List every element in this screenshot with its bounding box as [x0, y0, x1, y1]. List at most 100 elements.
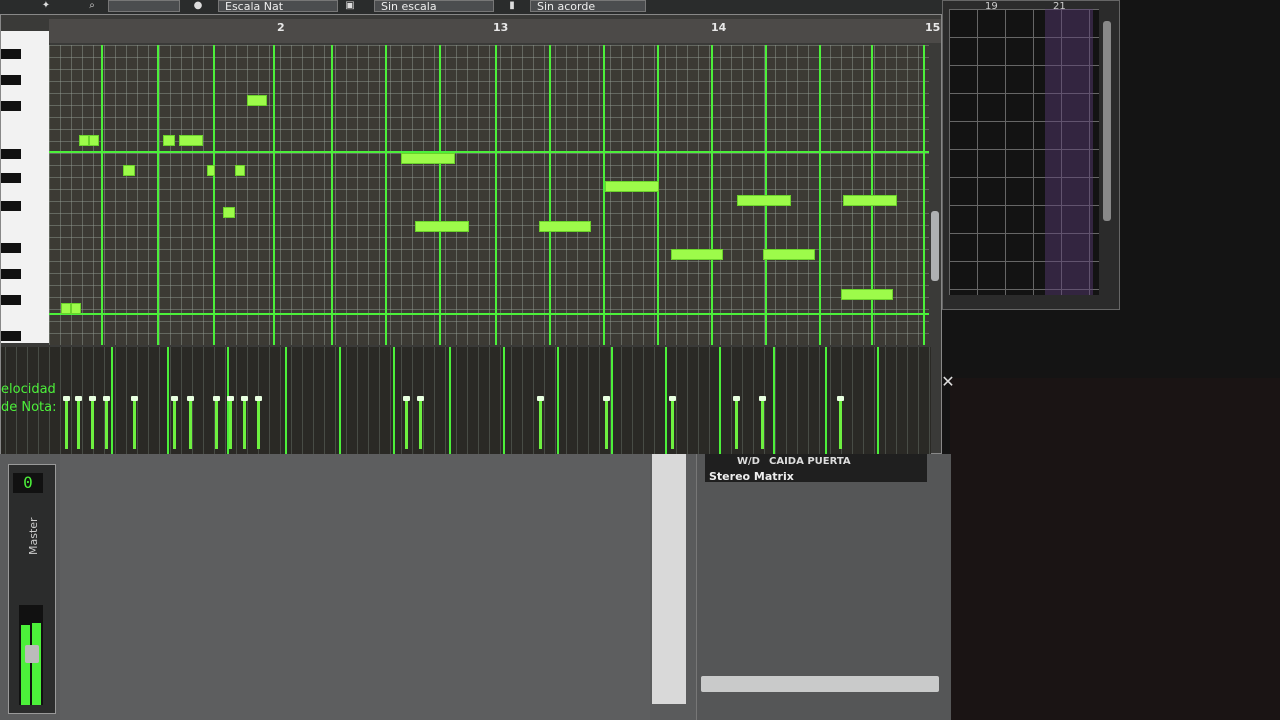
midi-note[interactable] [79, 135, 89, 146]
midi-note[interactable] [605, 181, 659, 192]
beat-line [773, 347, 775, 455]
midi-note[interactable] [401, 153, 455, 164]
vertical-scrollbar[interactable] [1103, 21, 1111, 221]
chord-select[interactable]: Sin acorde [530, 0, 646, 12]
midi-note[interactable] [247, 95, 267, 106]
midi-note[interactable] [89, 135, 99, 146]
velocity-handle[interactable] [669, 396, 676, 449]
beat-line [825, 347, 827, 455]
beat-line [503, 347, 505, 455]
black-key[interactable] [1, 331, 21, 341]
song-grid[interactable]: 19 21 [949, 1, 1099, 295]
song-editor-window: 19 21 [942, 0, 1120, 310]
zoom-select[interactable] [108, 0, 180, 12]
beat-line [101, 45, 103, 345]
vertical-scrollbar[interactable] [931, 211, 939, 281]
effect-slot[interactable]: W/D CAIDA PUERTA Stereo Matrix [705, 454, 927, 483]
black-key[interactable] [1, 243, 21, 253]
timeline-ruler[interactable]: 2 13 14 15 [49, 19, 941, 43]
volume-fader[interactable] [25, 645, 39, 663]
scale-key-select[interactable]: Escala Nat [218, 0, 338, 12]
quantize-icon[interactable]: ✦ [40, 0, 52, 12]
piano-keyboard[interactable] [1, 31, 49, 343]
black-key[interactable] [1, 295, 21, 305]
beat-line [111, 347, 113, 455]
bar-number: 21 [1053, 1, 1066, 12]
note-length-icon[interactable]: ● [192, 0, 204, 12]
meter-left [21, 625, 30, 705]
velocity-handle[interactable] [227, 396, 234, 449]
velocity-handle[interactable] [63, 396, 70, 449]
beat-line [657, 45, 659, 345]
beat-line [495, 45, 497, 345]
black-key[interactable] [1, 269, 21, 279]
midi-note[interactable] [539, 221, 591, 232]
beat-line [819, 45, 821, 345]
black-key[interactable] [1, 75, 21, 85]
velocity-handle[interactable] [89, 396, 96, 449]
midi-note[interactable] [223, 207, 235, 218]
velocity-handle[interactable] [187, 396, 194, 449]
velocity-handle[interactable] [537, 396, 544, 449]
effect-name: CAIDA PUERTA [769, 456, 851, 467]
mixer-channels-area [60, 454, 650, 720]
scale-icon[interactable]: ▣ [344, 0, 356, 12]
meter-right [32, 623, 41, 705]
mixer-window: 0 Master W/D CAIDA PUERTA Stereo Matrix [0, 454, 951, 720]
bar-number: 2 [277, 21, 285, 34]
beat-line [603, 45, 605, 345]
velocity-handle[interactable] [733, 396, 740, 449]
velocity-handle[interactable] [171, 396, 178, 449]
octave-line [49, 151, 929, 153]
velocity-handle[interactable] [403, 396, 410, 449]
midi-note[interactable] [843, 195, 897, 206]
velocity-handle[interactable] [837, 396, 844, 449]
note-grid[interactable] [49, 45, 929, 345]
black-key[interactable] [1, 101, 21, 111]
close-icon[interactable]: ✕ [940, 374, 956, 390]
beat-line [665, 347, 667, 455]
velocity-handle[interactable] [131, 396, 138, 449]
velocity-handle[interactable] [255, 396, 262, 449]
empty-workspace [950, 378, 1280, 720]
black-key[interactable] [1, 149, 21, 159]
midi-note[interactable] [671, 249, 723, 260]
master-channel-strip[interactable]: 0 Master [8, 464, 56, 714]
velocity-handle[interactable] [75, 396, 82, 449]
black-key[interactable] [1, 201, 21, 211]
scale-select[interactable]: Sin escala [374, 0, 494, 12]
loop-region[interactable] [1045, 9, 1093, 295]
midi-note[interactable] [235, 165, 245, 176]
master-label: Master [27, 517, 40, 555]
mixer-scrollbar[interactable] [652, 454, 686, 704]
midi-note[interactable] [207, 165, 215, 176]
velocity-handle[interactable] [213, 396, 220, 449]
black-key[interactable] [1, 49, 21, 59]
piano-roll-window: 2 13 14 15 elocidad de Nota: [0, 14, 942, 463]
midi-note[interactable] [179, 135, 203, 146]
midi-note[interactable] [841, 289, 893, 300]
add-effect-button[interactable] [701, 676, 939, 692]
black-key[interactable] [1, 173, 21, 183]
midi-note[interactable] [123, 165, 135, 176]
velocity-handle[interactable] [759, 396, 766, 449]
chord-icon[interactable]: ▮ [506, 0, 518, 12]
beat-line [285, 347, 287, 455]
velocity-handle[interactable] [103, 396, 110, 449]
midi-note[interactable] [71, 303, 81, 314]
beat-line [439, 45, 441, 345]
velocity-label-line1: elocidad [1, 382, 56, 397]
midi-note[interactable] [737, 195, 791, 206]
velocity-handle[interactable] [241, 396, 248, 449]
velocity-label-line2: de Nota: [1, 400, 57, 415]
beat-line [273, 45, 275, 345]
midi-note[interactable] [763, 249, 815, 260]
velocity-handle[interactable] [603, 396, 610, 449]
midi-note[interactable] [61, 303, 71, 314]
velocity-handle[interactable] [417, 396, 424, 449]
velocity-lane[interactable]: elocidad de Nota: [1, 347, 931, 455]
wet-dry-label: W/D [737, 456, 760, 467]
zoom-icon[interactable]: ⌕ [86, 0, 98, 12]
midi-note[interactable] [415, 221, 469, 232]
midi-note[interactable] [163, 135, 175, 146]
